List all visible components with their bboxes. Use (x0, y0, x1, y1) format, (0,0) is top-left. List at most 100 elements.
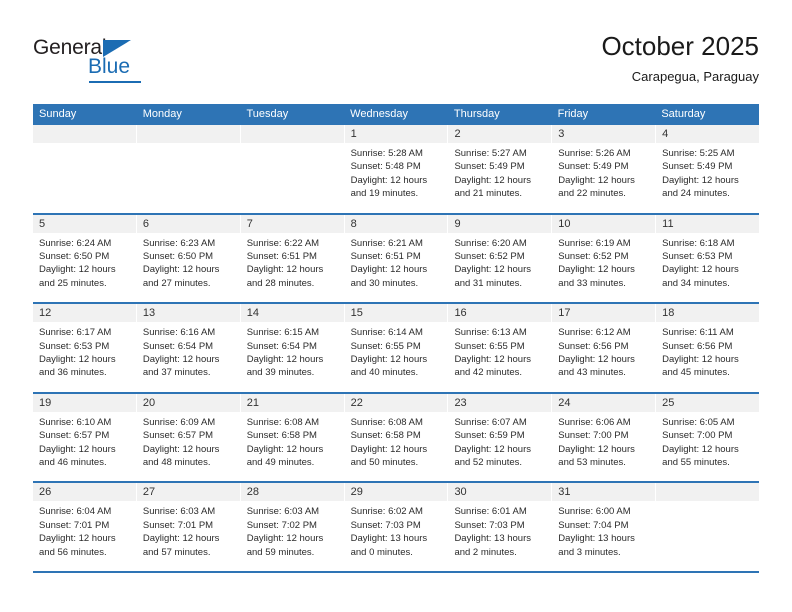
calendar-week-row: 1 Sunrise: 5:28 AM Sunset: 5:48 PM Daylight… (33, 125, 760, 215)
day-detail-line: Sunset: 6:50 PM (39, 251, 110, 262)
day-details: Sunrise: 6:03 AM Sunset: 7:02 PM Daylight:… (241, 501, 344, 559)
day-detail-line: and 39 minutes. (246, 367, 315, 379)
day-cell[interactable]: 7 Sunrise: 6:22 AM Sunset: 6:51 PM Daylight… (240, 214, 345, 303)
day-details: Sunrise: 6:04 AM Sunset: 7:01 PM Daylight:… (33, 501, 136, 559)
day-number: 11 (662, 217, 674, 230)
day-detail-line: Daylight: 12 hours (350, 174, 428, 186)
day-details: Sunrise: 6:24 AM Sunset: 6:50 PM Daylight:… (33, 233, 136, 291)
day-number: 22 (350, 396, 363, 409)
day-details: Sunrise: 6:12 AM Sunset: 6:56 PM Daylight:… (552, 322, 655, 380)
day-cell[interactable]: 29 Sunrise: 6:02 AM Sunset: 7:03 PM Dayligh… (344, 483, 449, 571)
day-detail-line: and 52 minutes. (454, 457, 523, 468)
day-number-bar: 28 (240, 483, 344, 502)
day-number-bar: 30 (448, 483, 552, 502)
day-number-bar (136, 125, 240, 143)
day-details (137, 143, 240, 147)
weekday-header-monday: Monday (142, 108, 182, 120)
day-detail-line: Daylight: 12 hours (246, 264, 324, 276)
day-detail-line: Sunset: 6:52 PM (454, 251, 525, 262)
day-detail-line: and 2 minutes. (454, 546, 517, 558)
day-cell[interactable]: 6 Sunrise: 6:23 AM Sunset: 6:50 PM Daylight… (136, 214, 241, 303)
day-cell[interactable]: 3 Sunrise: 5:26 AM Sunset: 5:49 PM Daylight… (552, 125, 657, 213)
day-number: 30 (454, 486, 467, 499)
day-number-bar: 15 (344, 304, 448, 323)
day-detail-line: Sunrise: 6:08 AM (350, 416, 423, 428)
day-cell-empty (33, 125, 137, 213)
day-detail-line: Daylight: 13 hours (558, 533, 635, 545)
day-cell[interactable]: 2 Sunrise: 5:27 AM Sunset: 5:49 PM Daylight… (448, 125, 553, 213)
day-details (656, 501, 759, 505)
day-detail-line: and 28 minutes. (246, 277, 315, 289)
day-details: Sunrise: 6:01 AM Sunset: 7:03 PM Daylight:… (448, 501, 551, 559)
day-cell[interactable]: 4 Sunrise: 5:25 AM Sunset: 5:49 PM Daylight… (656, 125, 760, 213)
day-cell[interactable]: 11 Sunrise: 6:18 AM Sunset: 6:53 PM Dayligh… (656, 214, 760, 303)
day-cell[interactable]: 26 Sunrise: 6:04 AM Sunset: 7:01 PM Dayligh… (33, 483, 137, 571)
day-detail-line: Sunset: 5:48 PM (350, 161, 421, 173)
day-detail-line: and 31 minutes. (454, 277, 523, 289)
day-detail-line: Sunrise: 6:19 AM (558, 237, 631, 249)
day-detail-line: Sunset: 5:49 PM (662, 161, 733, 173)
day-cell[interactable]: 1 Sunrise: 5:28 AM Sunset: 5:48 PM Daylight… (344, 125, 449, 213)
day-cell[interactable]: 25 Sunrise: 6:05 AM Sunset: 7:00 PM Dayligh… (656, 393, 760, 482)
day-detail-line: Daylight: 12 hours (558, 443, 635, 455)
calendar-week-row: 26 Sunrise: 6:04 AM Sunset: 7:01 PM Dayligh… (33, 483, 760, 573)
day-cell[interactable]: 18 Sunrise: 6:11 AM Sunset: 6:56 PM Dayligh… (656, 304, 760, 392)
day-cell[interactable]: 15 Sunrise: 6:14 AM Sunset: 6:55 PM Dayligh… (344, 304, 449, 392)
day-number-bar (33, 125, 136, 143)
day-detail-line: Sunset: 7:02 PM (246, 519, 317, 531)
day-number-bar: 23 (448, 393, 552, 412)
calendar-weeks: 1 Sunrise: 5:28 AM Sunset: 5:48 PM Daylight… (33, 125, 760, 573)
day-cell[interactable]: 10 Sunrise: 6:19 AM Sunset: 6:52 PM Dayligh… (552, 214, 657, 303)
day-detail-line: and 24 minutes. (662, 188, 730, 200)
day-detail-line: Sunset: 6:59 PM (454, 430, 525, 442)
day-cell[interactable]: 30 Sunrise: 6:01 AM Sunset: 7:03 PM Dayligh… (448, 483, 553, 571)
weekday-header-tuesday: Tuesday (246, 108, 289, 120)
day-detail-line: Daylight: 12 hours (142, 354, 220, 365)
day-detail-line: Sunset: 6:51 PM (246, 251, 317, 262)
day-cell[interactable]: 12 Sunrise: 6:17 AM Sunset: 6:53 PM Dayligh… (33, 304, 137, 392)
day-cell[interactable]: 27 Sunrise: 6:03 AM Sunset: 7:01 PM Dayligh… (136, 483, 241, 571)
day-cell[interactable]: 19 Sunrise: 6:10 AM Sunset: 6:57 PM Dayligh… (33, 393, 137, 482)
day-detail-line: Daylight: 12 hours (350, 264, 428, 276)
day-cell[interactable]: 9 Sunrise: 6:20 AM Sunset: 6:52 PM Daylight… (448, 214, 553, 303)
day-number: 7 (246, 217, 253, 230)
day-detail-line: and 45 minutes. (662, 367, 730, 379)
day-detail-line: Sunset: 6:56 PM (558, 340, 629, 352)
day-number-bar: 7 (240, 214, 344, 233)
day-detail-line: and 25 minutes. (39, 277, 107, 289)
day-number: 23 (454, 396, 467, 409)
day-detail-line: Sunrise: 6:18 AM (662, 237, 735, 249)
day-detail-line: Sunrise: 6:05 AM (662, 416, 735, 428)
day-cell[interactable]: 28 Sunrise: 6:03 AM Sunset: 7:02 PM Dayligh… (240, 483, 345, 571)
day-detail-line: Sunrise: 6:13 AM (454, 327, 527, 339)
day-number-bar: 13 (136, 304, 240, 323)
day-cell[interactable]: 23 Sunrise: 6:07 AM Sunset: 6:59 PM Dayligh… (448, 393, 553, 482)
day-cell[interactable]: 5 Sunrise: 6:24 AM Sunset: 6:50 PM Daylight… (33, 214, 137, 303)
day-number: 29 (350, 486, 363, 499)
day-number-bar: 25 (656, 393, 760, 412)
day-cell[interactable]: 31 Sunrise: 6:00 AM Sunset: 7:04 PM Dayligh… (552, 483, 657, 571)
day-detail-line: Sunrise: 6:09 AM (142, 416, 216, 428)
day-details: Sunrise: 6:14 AM Sunset: 6:55 PM Daylight:… (345, 322, 448, 380)
day-detail-line: and 50 minutes. (350, 457, 419, 468)
day-cell[interactable]: 8 Sunrise: 6:21 AM Sunset: 6:51 PM Daylight… (344, 214, 449, 303)
day-cell[interactable]: 22 Sunrise: 6:08 AM Sunset: 6:58 PM Dayligh… (344, 393, 449, 482)
day-cell[interactable]: 16 Sunrise: 6:13 AM Sunset: 6:55 PM Dayligh… (448, 304, 553, 392)
day-detail-line: and 0 minutes. (350, 546, 413, 558)
weekday-header-thursday: Thursday (453, 108, 500, 120)
day-cell[interactable]: 20 Sunrise: 6:09 AM Sunset: 6:57 PM Dayligh… (136, 393, 241, 482)
day-cell[interactable]: 13 Sunrise: 6:16 AM Sunset: 6:54 PM Dayligh… (136, 304, 241, 392)
day-cell[interactable]: 14 Sunrise: 6:15 AM Sunset: 6:54 PM Dayligh… (240, 304, 345, 392)
day-cell[interactable]: 21 Sunrise: 6:08 AM Sunset: 6:58 PM Dayligh… (240, 393, 345, 482)
day-cell[interactable]: 17 Sunrise: 6:12 AM Sunset: 6:56 PM Dayligh… (552, 304, 657, 392)
day-number-bar: 27 (136, 483, 240, 502)
day-number: 27 (142, 486, 156, 499)
day-detail-line: Sunset: 6:55 PM (454, 340, 525, 352)
day-details: Sunrise: 6:10 AM Sunset: 6:57 PM Daylight:… (33, 412, 136, 470)
day-number-bar: 14 (240, 304, 344, 323)
day-number: 2 (454, 128, 461, 140)
day-details: Sunrise: 5:25 AM Sunset: 5:49 PM Daylight:… (656, 143, 759, 201)
day-detail-line: Sunset: 5:49 PM (454, 161, 525, 173)
calendar-week-row: 19 Sunrise: 6:10 AM Sunset: 6:57 PM Dayligh… (33, 393, 760, 484)
day-cell[interactable]: 24 Sunrise: 6:06 AM Sunset: 7:00 PM Dayligh… (552, 393, 657, 482)
